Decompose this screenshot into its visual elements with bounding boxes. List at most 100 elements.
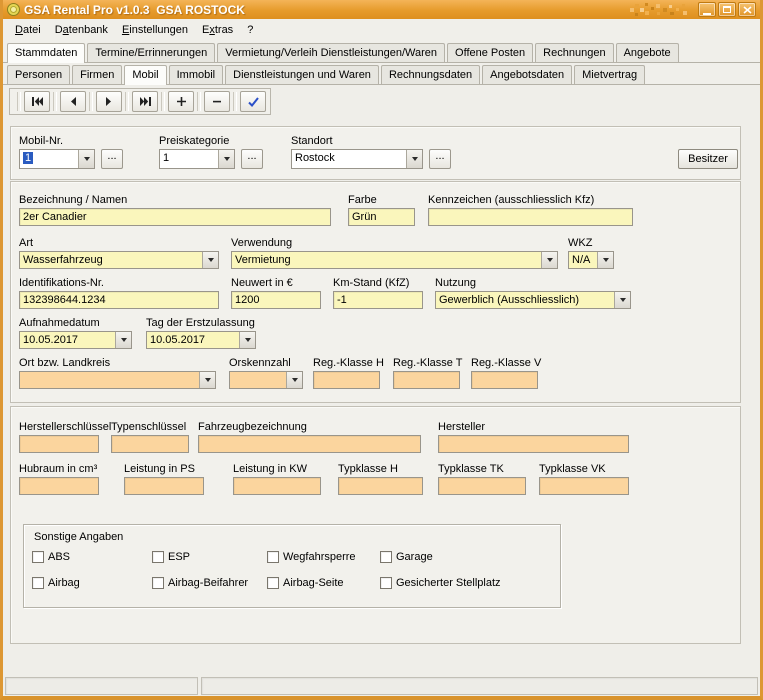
ort-landkreis-select[interactable] [19, 371, 216, 389]
first-record-button[interactable] [24, 91, 50, 112]
next-record-button[interactable] [96, 91, 122, 112]
reg-klasse-v-input[interactable] [471, 371, 538, 389]
checkbox-label: Wegfahrsperre [283, 551, 356, 563]
tab-mietvertrag[interactable]: Mietvertrag [574, 65, 645, 84]
checkbox-item-wegfahrsperre[interactable]: Wegfahrsperre [267, 551, 356, 563]
confirm-record-button[interactable] [240, 91, 266, 112]
wkz-select[interactable]: N/A [568, 251, 614, 269]
checkbox-item-garage[interactable]: Garage [380, 551, 433, 563]
app-icon[interactable] [7, 3, 20, 16]
tab-offene-posten[interactable]: Offene Posten [447, 43, 533, 62]
standort-select[interactable]: Rostock [291, 149, 423, 169]
preiskategorie-browse-button[interactable]: ... [241, 149, 263, 169]
checkbox-wegfahrsperre[interactable] [267, 551, 279, 563]
add-record-button[interactable] [168, 91, 194, 112]
tab-mobil[interactable]: Mobil [124, 65, 166, 85]
maximize-button[interactable] [718, 2, 736, 17]
tab-firmen[interactable]: Firmen [72, 65, 122, 84]
typklasse-h-input[interactable] [338, 477, 423, 495]
dropdown-button[interactable] [406, 150, 422, 168]
dropdown-button[interactable] [286, 372, 302, 388]
leistung-kw-input[interactable] [233, 477, 321, 495]
previous-record-button[interactable] [60, 91, 86, 112]
besitzer-button[interactable]: Besitzer [678, 149, 738, 169]
checkbox-item-airbag-beifahrer[interactable]: Airbag-Beifahrer [152, 577, 248, 589]
art-select[interactable]: Wasserfahrzeug [19, 251, 219, 269]
mobil-nr-select[interactable]: 1 [19, 149, 95, 169]
tab-vermietung-verleih[interactable]: Vermietung/Verleih Dienstleistungen/Ware… [217, 43, 445, 62]
kennzeichen-input[interactable] [428, 208, 633, 226]
tab-rechnungen[interactable]: Rechnungen [535, 43, 613, 62]
standort-browse-button[interactable]: ... [429, 149, 451, 169]
menu-einstellungen[interactable]: Einstellungen [115, 21, 195, 39]
typklasse-tk-input[interactable] [438, 477, 526, 495]
hersteller-input[interactable] [438, 435, 629, 453]
tab-rechnungsdaten[interactable]: Rechnungsdaten [381, 65, 480, 84]
nutzung-select[interactable]: Gewerblich (Ausschliesslich) [435, 291, 631, 309]
neuwert-input[interactable]: 1200 [231, 291, 321, 309]
field-label: Orskennzahl [229, 357, 303, 369]
menu-help[interactable]: ? [240, 21, 260, 39]
leistung-ps-input[interactable] [124, 477, 204, 495]
reg-klasse-h-input[interactable] [313, 371, 380, 389]
checkbox-item-gesicherter-stellplatz[interactable]: Gesicherter Stellplatz [380, 577, 501, 589]
last-record-button[interactable] [132, 91, 158, 112]
aufnahmedatum-select[interactable]: 10.05.2017 [19, 331, 132, 349]
menu-datei[interactable]: Datei [8, 21, 48, 39]
tab-immobil[interactable]: Immobil [169, 65, 224, 84]
toolbar-area [3, 85, 760, 120]
hubraum-input[interactable] [19, 477, 99, 495]
checkbox-item-abs[interactable]: ABS [32, 551, 70, 563]
tab-dienstleistungen-waren[interactable]: Dienstleistungen und Waren [225, 65, 379, 84]
preiskategorie-select[interactable]: 1 [159, 149, 235, 169]
checkbox-item-airbag[interactable]: Airbag [32, 577, 80, 589]
km-stand-input[interactable]: -1 [333, 291, 423, 309]
dropdown-button[interactable] [78, 150, 94, 168]
typenschluessel-input[interactable] [111, 435, 189, 453]
checkbox-item-airbag-seite[interactable]: Airbag-Seite [267, 577, 344, 589]
delete-record-button[interactable] [204, 91, 230, 112]
menu-item-text: D [15, 24, 23, 36]
groupbox-record-selection: Mobil-Nr. 1 ... Preiskategorie 1 ... Sta… [10, 126, 741, 180]
fahrzeugbezeichnung-input[interactable] [198, 435, 421, 453]
checkbox-airbag-beifahrer[interactable] [152, 577, 164, 589]
bezeichnung-input[interactable]: 2er Canadier [19, 208, 331, 226]
dropdown-button[interactable] [239, 332, 255, 348]
tab-personen[interactable]: Personen [7, 65, 70, 84]
dropdown-button[interactable] [597, 252, 613, 268]
checkbox-abs[interactable] [32, 551, 44, 563]
chevron-down-icon [547, 258, 553, 262]
dropdown-button[interactable] [218, 150, 234, 168]
checkbox-airbag-seite[interactable] [267, 577, 279, 589]
mobil-nr-browse-button[interactable]: ... [101, 149, 123, 169]
checkbox-esp[interactable] [152, 551, 164, 563]
dropdown-button[interactable] [541, 252, 557, 268]
dropdown-button[interactable] [115, 332, 131, 348]
tab-stammdaten[interactable]: Stammdaten [7, 43, 85, 63]
checkbox-airbag[interactable] [32, 577, 44, 589]
chevron-down-icon [245, 338, 251, 342]
titlebar[interactable]: GSA Rental Pro v1.0.3 GSA ROSTOCK [3, 0, 760, 19]
checkbox-item-esp[interactable]: ESP [152, 551, 190, 563]
tab-angebotsdaten[interactable]: Angebotsdaten [482, 65, 572, 84]
tab-termine-errinnerungen[interactable]: Termine/Errinnerungen [87, 43, 215, 62]
farbe-input[interactable]: Grün [348, 208, 415, 226]
typklasse-vk-input[interactable] [539, 477, 629, 495]
close-button[interactable] [738, 2, 756, 17]
herstellerschluessel-input[interactable] [19, 435, 99, 453]
identifikations-nr-input[interactable]: 132398644.1234 [19, 291, 219, 309]
checkbox-gesicherter-stellplatz[interactable] [380, 577, 392, 589]
menu-extras[interactable]: Extras [195, 21, 240, 39]
verwendung-select[interactable]: Vermietung [231, 251, 558, 269]
tab-angebote[interactable]: Angebote [616, 43, 679, 62]
toolbar-grip [125, 92, 129, 111]
dropdown-button[interactable] [202, 252, 218, 268]
checkbox-garage[interactable] [380, 551, 392, 563]
reg-klasse-t-input[interactable] [393, 371, 460, 389]
minimize-button[interactable] [698, 2, 716, 17]
menu-datenbank[interactable]: Datenbank [48, 21, 115, 39]
dropdown-button[interactable] [614, 292, 630, 308]
dropdown-button[interactable] [199, 372, 215, 388]
erstzulassung-select[interactable]: 10.05.2017 [146, 331, 256, 349]
ortskennzahl-select[interactable] [229, 371, 303, 389]
